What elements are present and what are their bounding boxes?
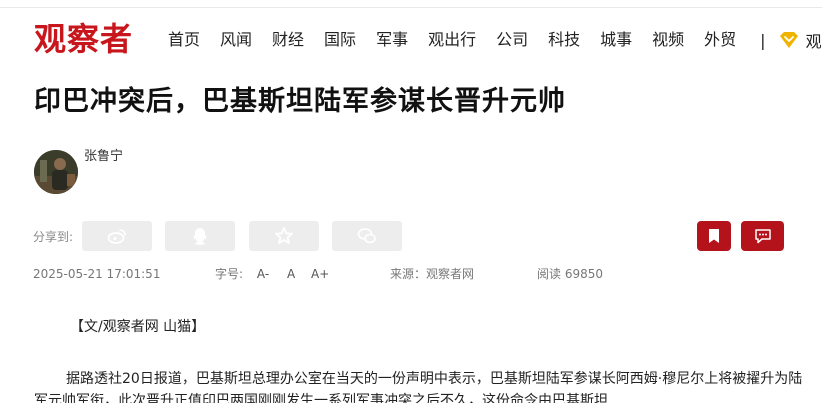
nav-item-city[interactable]: 城事 [600,29,632,51]
share-qq-button[interactable] [165,221,235,251]
share-qzone-button[interactable] [249,221,319,251]
nav-separator: | [760,30,766,50]
font-size-increase[interactable]: A+ [311,267,329,281]
article-source: 来源：观察者网 [390,267,475,281]
nav-item-trade[interactable]: 外贸 [704,29,736,51]
view-count: 阅读 69850 [537,267,603,281]
bookmark-button[interactable] [697,221,731,251]
publish-datetime: 2025-05-21 17:01:51 [33,267,161,281]
nav-item-company[interactable]: 公司 [496,29,528,51]
nav-item-tech[interactable]: 科技 [548,29,580,51]
comment-button[interactable] [741,221,784,251]
nav-item-fengwen[interactable]: 风闻 [220,29,252,51]
font-size-control: 字号: A- A A+ [215,266,329,282]
author-avatar[interactable] [34,150,78,194]
author-name[interactable]: 张鲁宁 [84,148,123,166]
qq-icon [193,228,207,245]
comment-icon [754,229,771,244]
font-size-normal[interactable]: A [287,267,295,281]
article-byline: 【文/观察者网 山猫】 [70,319,206,335]
vip-link[interactable]: 观 [778,28,822,52]
bookmark-icon [709,229,719,243]
share-weibo-button[interactable] [82,221,152,251]
star-icon [275,227,293,244]
article-title: 印巴冲突后，巴基斯坦陆军参谋长晋升元帅 [34,86,566,117]
weibo-icon [107,229,126,244]
nav-item-finance[interactable]: 财经 [272,29,304,51]
nav-item-international[interactable]: 国际 [324,29,356,51]
main-nav: 首页 风闻 财经 国际 军事 观出行 公司 科技 城事 视频 外贸 | 观 [168,28,822,52]
share-label: 分享到: [33,230,74,244]
share-wechat-button[interactable] [332,221,402,251]
nav-item-video[interactable]: 视频 [652,29,684,51]
font-size-label: 字号: [215,267,244,281]
vip-diamond-icon [779,32,798,48]
vip-label: 观 [805,32,822,51]
wechat-icon [357,228,376,244]
top-border [0,0,822,8]
nav-item-travel[interactable]: 观出行 [428,29,476,51]
article-paragraph: 据路透社20日报道，巴基斯坦总理办公室在当天的一份声明中表示，巴基斯坦陆军参谋长… [34,371,803,403]
nav-item-home[interactable]: 首页 [168,29,200,51]
site-logo[interactable]: 观察者 [34,20,133,58]
font-size-decrease[interactable]: A- [257,267,269,281]
nav-item-military[interactable]: 军事 [376,29,408,51]
